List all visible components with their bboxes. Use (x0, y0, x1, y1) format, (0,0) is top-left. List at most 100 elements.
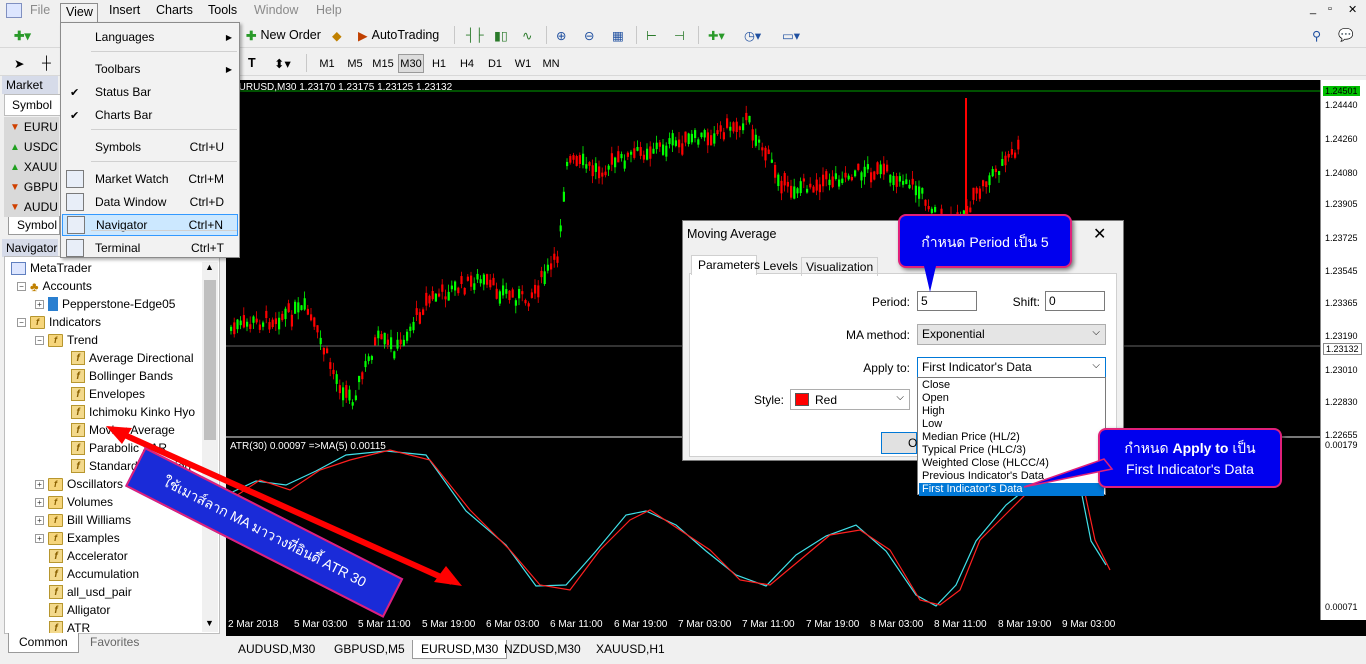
chart-tab[interactable]: XAUUSD,H1 (588, 640, 673, 659)
timeframe-h1[interactable]: H1 (426, 54, 452, 73)
metaeditor-icon[interactable]: ◆ (328, 25, 346, 45)
apply-to-select[interactable]: First Indicator's Data ⌵ (917, 357, 1106, 378)
templates-icon[interactable]: ▭▾ (778, 25, 804, 45)
expand-icon[interactable]: + (35, 299, 44, 309)
menu-insert[interactable]: Insert (109, 3, 140, 17)
market-watch-row[interactable]: ▲ XAUU (4, 157, 59, 177)
view-menu-toolbars[interactable]: Toolbars ▶ (62, 58, 238, 80)
tab-levels[interactable]: Levels (759, 257, 802, 275)
view-menu-terminal[interactable]: Terminal Ctrl+T (62, 237, 238, 259)
nav-accounts[interactable]: − ♣ Accounts (17, 277, 92, 295)
apply-to-option[interactable]: Close (919, 379, 1104, 392)
timeframe-d1[interactable]: D1 (482, 54, 508, 73)
scrollbar-thumb[interactable] (204, 280, 216, 440)
view-menu-market-watch[interactable]: Market Watch Ctrl+M (62, 168, 238, 190)
style-color-select[interactable]: Red ⌵ (790, 389, 910, 410)
view-menu-symbols[interactable]: Symbols Ctrl+U (62, 136, 238, 158)
apply-to-option[interactable]: Low (919, 418, 1104, 431)
timeframe-m1[interactable]: M1 (314, 54, 340, 73)
navigator-tab-common[interactable]: Common (8, 633, 79, 653)
restore-icon[interactable]: ▫ (1328, 3, 1332, 15)
line-chart-icon[interactable]: ∿ (518, 25, 536, 45)
expand-icon[interactable]: + (35, 515, 44, 525)
apply-to-option[interactable]: Open (919, 392, 1104, 405)
view-menu-navigator[interactable]: Navigator Ctrl+N (62, 214, 238, 236)
bar-chart-icon[interactable]: ┤├ (462, 25, 488, 45)
timeframe-w1[interactable]: W1 (510, 54, 536, 73)
market-watch-row[interactable]: ▼ EURU (4, 117, 59, 137)
zoom-in-icon[interactable]: ⊕ (552, 25, 570, 45)
chart-tab[interactable]: EURUSD,M30 (412, 640, 508, 659)
view-menu-status-bar[interactable]: ✔ Status Bar (62, 81, 238, 103)
timeframe-mn[interactable]: MN (538, 54, 564, 73)
ok-button[interactable]: O (881, 432, 917, 454)
nav-account[interactable]: + Pepperstone-Edge05 (35, 295, 175, 313)
view-menu-data-window[interactable]: Data Window Ctrl+D (62, 191, 238, 213)
period-input[interactable]: 5 (917, 291, 977, 311)
tab-visualization[interactable]: Visualization (801, 257, 879, 276)
nav-indicator-item[interactable]: f Bollinger Bands (71, 367, 173, 385)
menu-charts[interactable]: Charts (156, 3, 193, 17)
nav-custom-indicator[interactable]: f ATR (49, 619, 90, 633)
nav-indicator-item[interactable]: f Ichimoku Kinko Hyo (71, 403, 195, 421)
view-menu-languages[interactable]: Languages ▶ (62, 26, 238, 48)
nav-custom-indicator[interactable]: f Alligator (49, 601, 110, 619)
arrows-tool-icon[interactable]: ⬍▾ (270, 53, 295, 73)
symbol-column-header[interactable]: Symbol (12, 98, 52, 112)
ma-method-select[interactable]: Exponential ⌵ (917, 324, 1106, 345)
scroll-down-icon[interactable]: ▼ (205, 618, 214, 628)
timeframe-m15[interactable]: M15 (370, 54, 396, 73)
new-order-button[interactable]: ✚ New Order (242, 25, 325, 45)
chart-shift-icon[interactable]: ⊢ (642, 25, 661, 45)
market-watch-symbols-tab[interactable]: Symbol (8, 216, 60, 235)
indicators-list-icon[interactable]: ✚▾ (704, 25, 729, 45)
timeframe-m30[interactable]: M30 (398, 54, 424, 73)
menu-file[interactable]: File (30, 3, 50, 17)
new-chart-icon[interactable]: ✚▾ (10, 25, 35, 45)
dialog-close-icon[interactable]: ✕ (1093, 224, 1106, 244)
collapse-icon[interactable]: − (17, 317, 26, 327)
menu-help[interactable]: Help (316, 3, 342, 17)
timeframe-h4[interactable]: H4 (454, 54, 480, 73)
nav-indicator-item[interactable]: f Envelopes (71, 385, 145, 403)
tile-windows-icon[interactable]: ▦ (608, 25, 628, 45)
candlestick-icon[interactable]: ▮▯ (490, 25, 512, 45)
shift-input[interactable]: 0 (1045, 291, 1105, 311)
cursor-icon[interactable]: ➤ (10, 53, 28, 73)
expand-icon[interactable]: + (35, 497, 44, 507)
periods-icon[interactable]: ◷▾ (740, 25, 765, 45)
expand-icon[interactable]: + (35, 533, 44, 543)
nav-trend[interactable]: − f Trend (35, 331, 98, 349)
market-watch-row[interactable]: ▼ GBPU (4, 177, 59, 197)
chart-tab[interactable]: NZDUSD,M30 (496, 640, 589, 659)
nav-indicator-item[interactable]: f Average Directional (71, 349, 194, 367)
minimize-icon[interactable]: _ (1310, 3, 1316, 15)
menu-window[interactable]: Window (254, 3, 298, 17)
autotrading-button[interactable]: ▶ AutoTrading (354, 25, 443, 45)
scroll-up-icon[interactable]: ▲ (205, 262, 214, 272)
collapse-icon[interactable]: − (35, 335, 44, 345)
navigator-tab-favorites[interactable]: Favorites (80, 633, 149, 653)
close-icon[interactable]: ✕ (1348, 3, 1357, 16)
chart-tab[interactable]: GBPUSD,M5 (326, 640, 413, 659)
menu-view[interactable]: View (60, 3, 98, 23)
zoom-out-icon[interactable]: ⊖ (580, 25, 598, 45)
tab-parameters[interactable]: Parameters (691, 255, 760, 275)
apply-to-option[interactable]: Median Price (HL/2) (919, 431, 1104, 444)
chat-icon[interactable]: 💬 (1334, 25, 1358, 45)
nav-indicators[interactable]: − f Indicators (17, 313, 101, 331)
view-menu-charts-bar[interactable]: ✔ Charts Bar (62, 104, 238, 126)
expand-icon[interactable]: + (35, 479, 44, 489)
text-tool-icon[interactable]: T (244, 53, 260, 73)
apply-to-option[interactable]: High (919, 405, 1104, 418)
market-watch-row[interactable]: ▲ USDC (4, 137, 59, 157)
menu-tools[interactable]: Tools (208, 3, 237, 17)
search-icon[interactable]: ⚲ (1308, 25, 1325, 45)
crosshair-icon[interactable]: ┼ (38, 53, 55, 73)
market-watch-row[interactable]: ▼ AUDU (4, 197, 59, 217)
collapse-icon[interactable]: − (17, 281, 26, 291)
chart-tab[interactable]: AUDUSD,M30 (230, 640, 323, 659)
nav-root[interactable]: MetaTrader (11, 259, 92, 277)
timeframe-m5[interactable]: M5 (342, 54, 368, 73)
autoscroll-icon[interactable]: ⊣ (670, 25, 689, 45)
